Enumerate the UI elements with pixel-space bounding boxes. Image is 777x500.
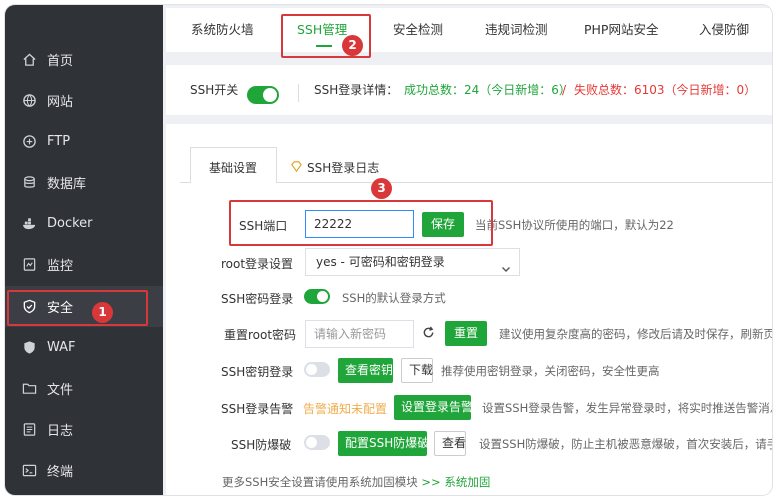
annotation-badge-3: 3 <box>371 178 392 199</box>
subtab-ssh-log[interactable]: SSH登录日志 <box>307 153 379 183</box>
annotation-box-security <box>7 290 148 326</box>
ssh-switch-label: SSH开关 <box>190 83 239 97</box>
tab-php-security[interactable]: PHP网站安全 <box>584 8 658 52</box>
sidebar-item-label: Docker <box>47 216 93 231</box>
sidebar-item-docker[interactable]: Docker <box>5 203 163 244</box>
brute-force-toggle[interactable] <box>304 435 330 450</box>
docker-icon <box>21 216 37 232</box>
sidebar-item-files[interactable]: 文件 <box>5 368 163 409</box>
login-alert-label: SSH登录告警 <box>221 402 294 416</box>
reset-password-hint: 建议使用复杂度高的密码，修改后请及时保存，刷新页面 <box>499 327 772 341</box>
password-login-label: SSH密码登录 <box>221 292 294 306</box>
tab-security-check[interactable]: 安全检测 <box>393 8 443 52</box>
refresh-icon[interactable] <box>422 326 435 339</box>
tab-firewall[interactable]: 系统防火墙 <box>191 8 254 52</box>
key-login-hint: 推荐使用密钥登录，关闭密码，安全性更高 <box>441 364 660 378</box>
footer-text: 更多SSH安全设置请使用系统加固模块 <box>222 475 418 489</box>
globe-icon <box>21 93 37 109</box>
root-login-value: yes - 可密码和密钥登录 <box>316 255 445 269</box>
brute-force-label: SSH防爆破 <box>231 438 292 452</box>
key-login-toggle[interactable] <box>304 362 330 377</box>
ssh-stat-separator: / <box>562 83 567 97</box>
tab-keyword-check[interactable]: 违规词检测 <box>485 8 548 52</box>
sidebar-item-label: 网站 <box>47 95 74 110</box>
brute-force-hint: 设置SSH防爆破，防止主机被恶意爆破，首次安装后，请手动 <box>479 437 772 451</box>
reset-password-button[interactable]: 重置 <box>445 321 487 346</box>
app-window: 首页 网站 FTP 数据库 Docker 监控 安全 WAF 文件 日志 终端 … <box>5 5 772 495</box>
ssh-detail-label: SSH登录详情： <box>314 83 399 97</box>
root-login-label: root登录设置 <box>221 257 294 271</box>
database-icon <box>21 175 37 191</box>
sidebar-item-logs[interactable]: 日志 <box>5 409 163 450</box>
new-password-input[interactable]: 请输入新密码 <box>305 320 414 348</box>
sidebar-item-home[interactable]: 首页 <box>5 39 163 80</box>
annotation-badge-1: 1 <box>92 302 113 323</box>
tab-intrusion-prevention[interactable]: 入侵防御 <box>699 8 749 52</box>
sidebar-item-label: 监控 <box>47 259 74 274</box>
ssh-status-bar: SSH开关 SSH登录详情： 成功总数：24（今日新增：6） / 失败总数：61… <box>166 65 772 115</box>
subtab-divider <box>180 182 190 183</box>
annotation-badge-2: 2 <box>342 35 363 56</box>
annotation-box-ssh-port <box>229 200 493 246</box>
sidebar-item-label: FTP <box>47 134 71 149</box>
top-tab-bar: 系统防火墙 SSH管理 安全检测 违规词检测 PHP网站安全 入侵防御 <box>166 8 772 52</box>
sidebar-item-database[interactable]: 数据库 <box>5 162 163 203</box>
ssh-port-hint: 当前SSH协议所使用的端口，默认为22 <box>475 218 674 232</box>
sidebar-item-waf[interactable]: WAF <box>5 327 163 368</box>
view-brute-force-button[interactable]: 查看 <box>434 431 466 456</box>
home-icon <box>21 52 37 68</box>
waf-shield-icon <box>21 340 37 356</box>
sidebar: 首页 网站 FTP 数据库 Docker 监控 安全 WAF 文件 日志 终端 <box>5 5 163 495</box>
sidebar-item-label: 数据库 <box>47 177 87 192</box>
download-key-button[interactable]: 下载 <box>401 358 433 383</box>
folder-icon <box>21 381 37 397</box>
log-icon <box>21 422 37 438</box>
sidebar-item-label: 文件 <box>47 383 74 398</box>
view-key-button[interactable]: 查看密钥 <box>338 358 393 383</box>
login-alert-hint: 设置SSH登录告警，发生异常登录时，将实时推送告警消息 <box>482 401 772 415</box>
chevron-down-icon <box>501 257 511 272</box>
password-login-hint: SSH的默认登录方式 <box>342 291 446 305</box>
sidebar-item-label: 首页 <box>47 54 74 69</box>
reset-root-label: 重置root密码 <box>224 328 297 342</box>
set-login-alert-button[interactable]: 设置登录告警 <box>394 395 473 420</box>
sidebar-item-terminal[interactable]: 终端 <box>5 450 163 491</box>
ftp-icon <box>21 134 37 150</box>
footer-note: 更多SSH安全设置请使用系统加固模块 >> 系统加固 <box>222 474 490 490</box>
sidebar-item-label: 终端 <box>47 465 74 480</box>
divider <box>298 84 299 102</box>
sidebar-item-label: WAF <box>47 340 76 355</box>
ssh-success-count: 成功总数：24（今日新增：6） <box>404 83 571 97</box>
root-login-select[interactable]: yes - 可密码和密钥登录 <box>305 248 520 276</box>
key-login-label: SSH密钥登录 <box>221 365 294 379</box>
monitor-icon <box>21 257 37 273</box>
sidebar-item-website[interactable]: 网站 <box>5 80 163 121</box>
password-login-toggle[interactable] <box>304 289 330 304</box>
system-hardening-link[interactable]: >> 系统加固 <box>421 475 490 489</box>
sidebar-item-monitor[interactable]: 监控 <box>5 244 163 285</box>
subtab-basic[interactable]: 基础设置 <box>209 153 257 183</box>
ssh-switch-toggle[interactable] <box>247 86 279 104</box>
ssh-fail-count: 失败总数：6103（今日新增：0） <box>574 83 757 97</box>
sidebar-item-label: 日志 <box>47 424 74 439</box>
terminal-icon <box>21 463 37 479</box>
alert-status-text: 告警通知未配置 <box>303 402 388 416</box>
sidebar-item-ftp[interactable]: FTP <box>5 121 163 162</box>
diamond-icon <box>290 160 303 173</box>
configure-brute-force-button[interactable]: 配置SSH防爆破 <box>338 431 429 456</box>
